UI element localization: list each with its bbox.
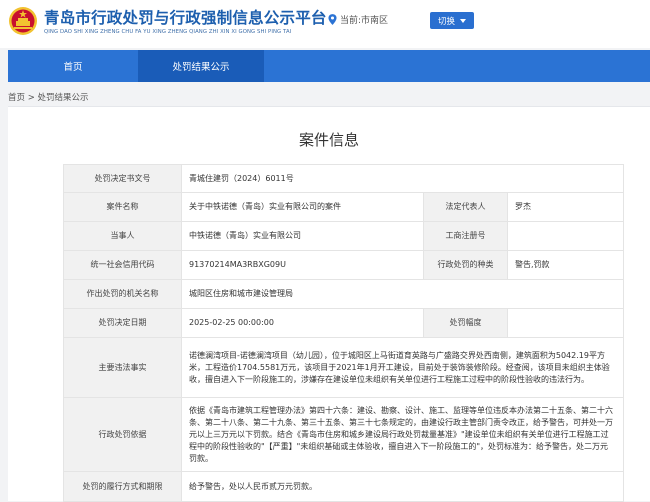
facts-value: 诺德澜湾项目-诺德澜湾项目（幼儿园），位于城阳区上马街道育英路与广盛路交界处西南…	[181, 337, 624, 398]
location-pin-icon	[328, 14, 337, 25]
case-info-table: 处罚决定书文号 青城住建罚（2024）6011号 案件名称 关于中铁诺德（青岛）…	[63, 164, 624, 502]
basis-label: 行政处罚依据	[63, 397, 182, 472]
breadcrumb: 首页 > 处罚结果公示	[8, 93, 89, 103]
penalty-type-label: 行政处罚的种类	[423, 250, 508, 280]
authority-value: 城阳区住房和城市建设管理局	[181, 279, 624, 309]
decision-no-label: 处罚决定书文号	[63, 164, 182, 193]
nav-item-home[interactable]: 首页	[8, 50, 138, 82]
caret-down-icon	[460, 18, 466, 23]
credit-code-value: 91370214MA3RBXG09U	[181, 250, 424, 280]
method-label: 处罚的履行方式和期限	[63, 471, 182, 502]
biz-reg-label: 工商注册号	[423, 221, 508, 251]
decision-no-value: 青城住建罚（2024）6011号	[181, 164, 624, 193]
case-name-value: 关于中铁诺德（青岛）实业有限公司的案件	[181, 192, 424, 222]
table-row: 处罚决定书文号 青城住建罚（2024）6011号	[63, 164, 624, 193]
party-value: 中铁诺德（青岛）实业有限公司	[181, 221, 424, 251]
current-location: 当前:市南区	[328, 13, 388, 26]
page-title: 案件信息	[298, 131, 359, 149]
facts-label: 主要违法事实	[63, 337, 182, 398]
site-title-pinyin: QING DAO SHI XING ZHENG CHU FA YU XING Z…	[44, 29, 292, 35]
main-nav: 首页 处罚结果公示	[8, 50, 650, 82]
site-title: 青岛市行政处罚与行政强制信息公示平台	[44, 9, 327, 27]
site-header: 青岛市行政处罚与行政强制信息公示平台 QING DAO SHI XING ZHE…	[0, 0, 650, 48]
penalty-type-value: 警告,罚款	[507, 250, 624, 280]
method-value: 给予警告，处以人民币贰万元罚款。	[181, 471, 624, 502]
table-row: 主要违法事实 诺德澜湾项目-诺德澜湾项目（幼儿园），位于城阳区上马街道育英路与广…	[63, 337, 624, 398]
party-label: 当事人	[63, 221, 182, 251]
table-row: 处罚决定日期 2025-02-25 00:00:00 处罚幅度	[63, 308, 624, 338]
credit-code-label: 统一社会信用代码	[63, 250, 182, 280]
switch-label: 切换	[437, 16, 455, 27]
table-row: 当事人 中铁诺德（青岛）实业有限公司 工商注册号	[63, 221, 624, 251]
table-row: 案件名称 关于中铁诺德（青岛）实业有限公司的案件 法定代表人 罗杰	[63, 192, 624, 222]
table-row: 行政处罚依据 依据《青岛市建筑工程管理办法》第四十六条：建设、勘察、设计、施工、…	[63, 397, 624, 472]
case-panel: 案件信息 处罚决定书文号 青城住建罚（2024）6011号 案件名称 关于中铁诺…	[8, 106, 650, 502]
table-row: 处罚的履行方式和期限 给予警告，处以人民币贰万元罚款。	[63, 471, 624, 502]
authority-label: 作出处罚的机关名称	[63, 279, 182, 309]
decision-date-label: 处罚决定日期	[63, 308, 182, 338]
basis-value: 依据《青岛市建筑工程管理办法》第四十六条：建设、勘察、设计、施工、监理等单位违反…	[181, 397, 624, 472]
switch-region-button[interactable]: 切换	[430, 12, 474, 29]
table-row: 作出处罚的机关名称 城阳区住房和城市建设管理局	[63, 279, 624, 309]
penalty-amount-label: 处罚幅度	[423, 308, 508, 338]
case-name-label: 案件名称	[63, 192, 182, 222]
table-row: 统一社会信用代码 91370214MA3RBXG09U 行政处罚的种类 警告,罚…	[63, 250, 624, 280]
legal-rep-value: 罗杰	[507, 192, 624, 222]
penalty-amount-value	[507, 308, 624, 338]
legal-rep-label: 法定代表人	[423, 192, 508, 222]
decision-date-value: 2025-02-25 00:00:00	[181, 308, 424, 338]
nav-item-penalty-results[interactable]: 处罚结果公示	[138, 50, 264, 82]
national-emblem-icon	[9, 7, 37, 35]
biz-reg-value	[507, 221, 624, 251]
location-label: 当前:市南区	[340, 16, 389, 26]
